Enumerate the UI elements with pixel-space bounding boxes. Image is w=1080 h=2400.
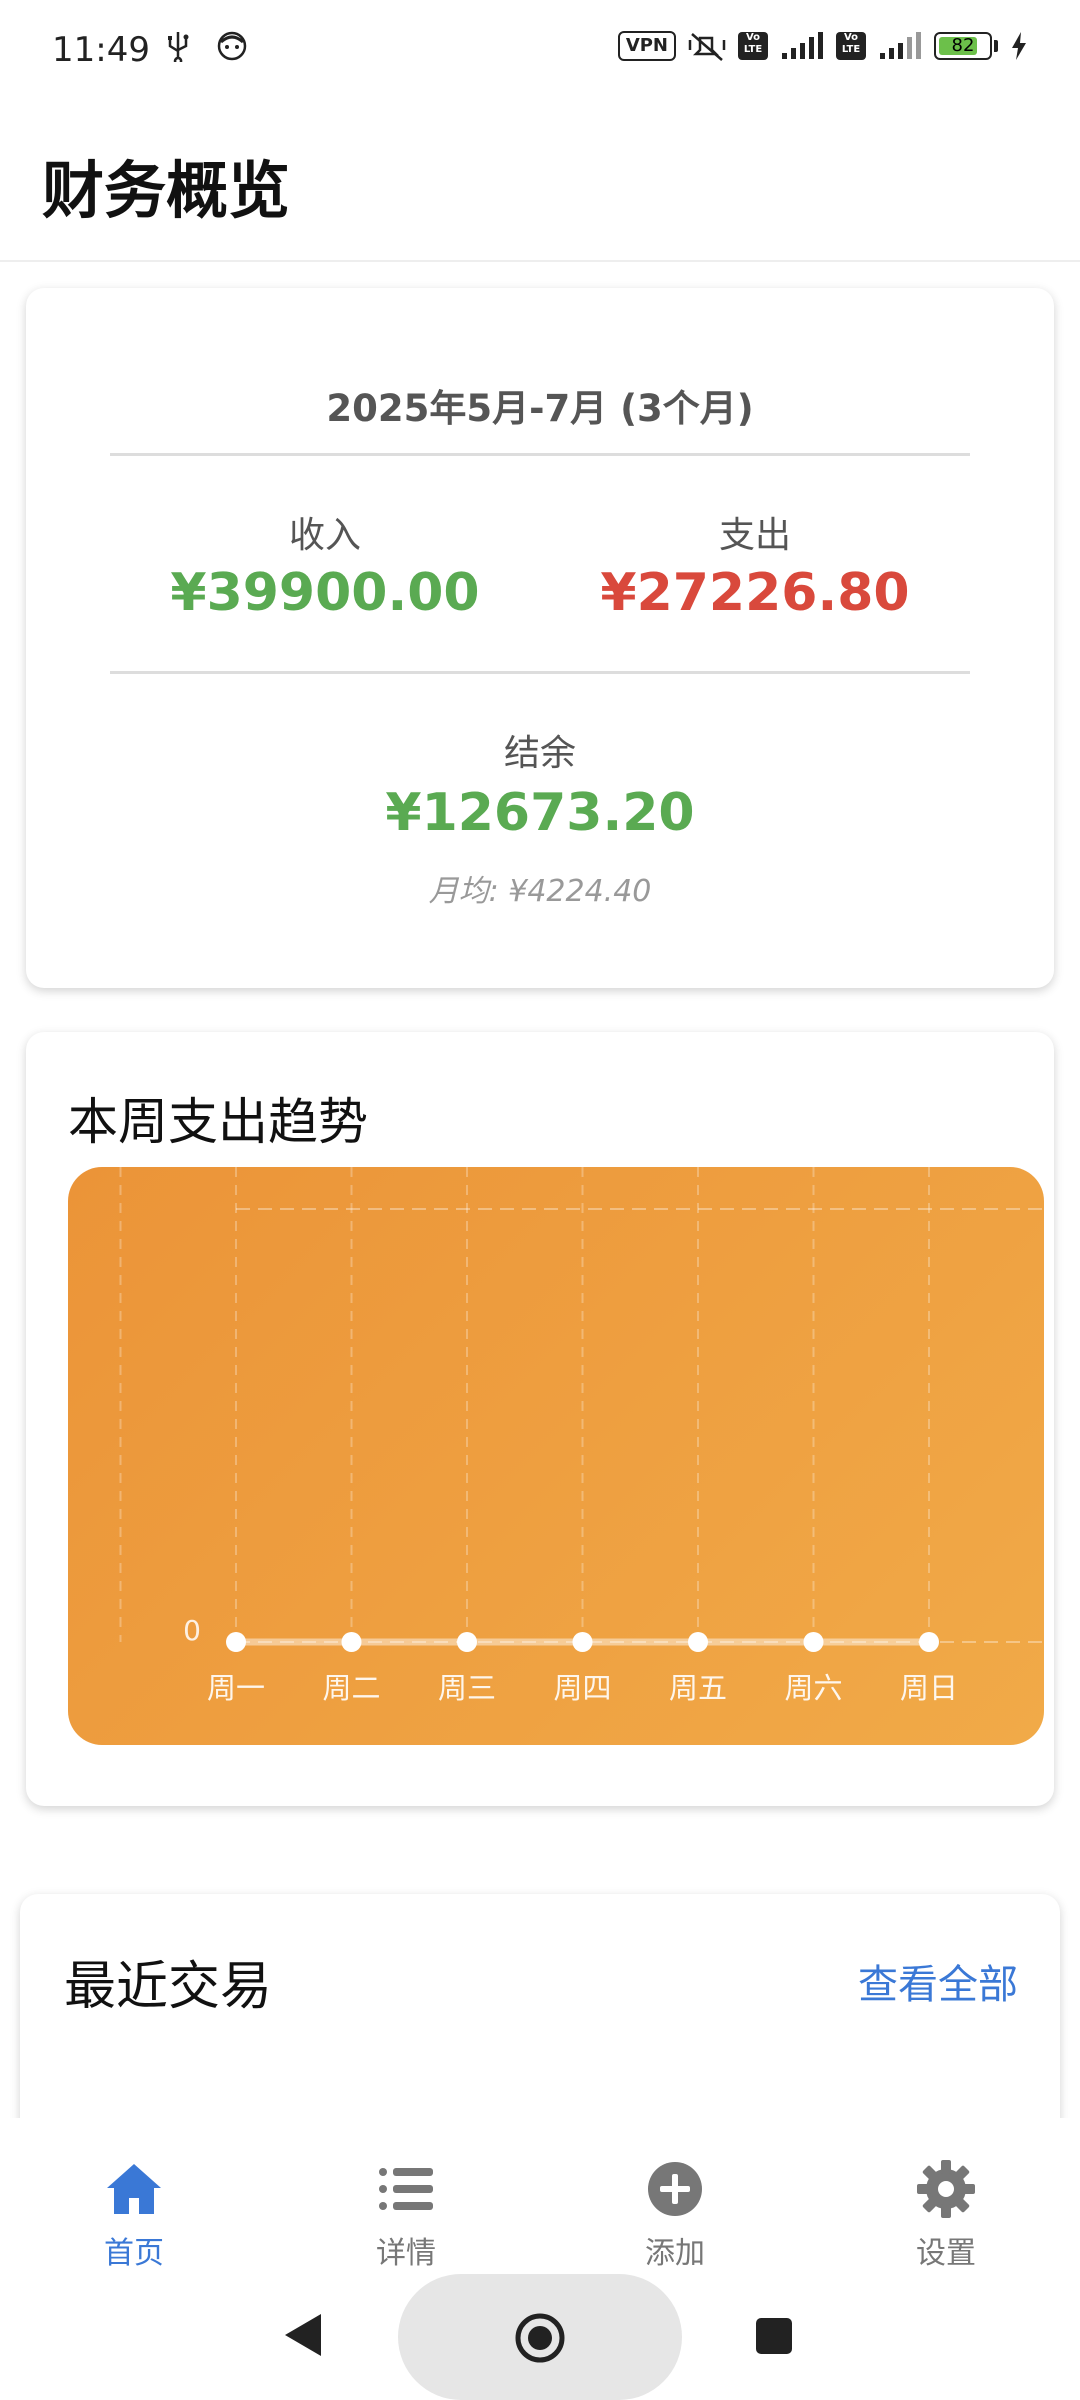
vpn-icon: VPN xyxy=(617,31,676,61)
face-icon xyxy=(217,31,247,61)
balance-label: 结余 xyxy=(503,733,576,774)
divider xyxy=(110,671,970,674)
x-tick-label: 周四 xyxy=(553,1671,611,1705)
data-point xyxy=(457,1632,477,1652)
screen: 11:49 VPN Vo LTE Vo LTE 82 财务概览 2025年5月-… xyxy=(0,0,1080,2400)
nav-details[interactable]: 详情 xyxy=(316,2118,496,2278)
trend-title: 本周支出趋势 xyxy=(68,1093,368,1151)
data-point xyxy=(226,1632,246,1652)
volte-icon: Vo LTE xyxy=(836,32,866,60)
nav-add-label: 添加 xyxy=(645,2236,705,2271)
x-tick-label: 周二 xyxy=(322,1671,380,1705)
bottom-nav: 首页 详情 添加 设置 xyxy=(0,2118,1080,2278)
x-tick-label: 周一 xyxy=(207,1671,265,1705)
recents-icon[interactable] xyxy=(756,2318,792,2354)
expense-label: 支出 xyxy=(718,515,791,556)
balance-value: ¥12673.20 xyxy=(385,783,695,843)
home-button-icon[interactable] xyxy=(514,2312,566,2364)
signal-icon xyxy=(782,32,823,59)
list-icon xyxy=(379,2168,433,2210)
y-tick-label: 0 xyxy=(183,1614,201,1647)
data-point xyxy=(803,1632,824,1652)
mute-icon xyxy=(688,33,726,61)
x-tick-label: 周六 xyxy=(784,1671,842,1705)
nav-add[interactable]: 添加 xyxy=(585,2118,765,2278)
monthly-average: 月均: ¥4224.40 xyxy=(428,874,652,909)
charging-icon xyxy=(1012,32,1026,60)
expense-value: ¥27226.80 xyxy=(600,563,910,623)
view-all-link[interactable]: 查看全部 xyxy=(858,1952,1018,2010)
volte-icon: Vo LTE xyxy=(738,32,768,60)
battery-icon: 82 xyxy=(934,32,992,60)
nav-home[interactable]: 首页 xyxy=(44,2118,224,2278)
data-point xyxy=(919,1632,939,1652)
income-label: 收入 xyxy=(288,515,361,556)
income-value: ¥39900.00 xyxy=(170,563,480,623)
signal-icon xyxy=(880,32,921,59)
nav-settings[interactable]: 设置 xyxy=(856,2118,1036,2278)
add-icon xyxy=(648,2162,702,2216)
nav-settings-label: 设置 xyxy=(916,2236,976,2271)
back-icon[interactable] xyxy=(283,2312,323,2358)
data-point xyxy=(688,1632,708,1652)
recent-transactions-card: 最近交易 查看全部 xyxy=(20,1894,1060,2154)
page-title: 财务概览 xyxy=(42,154,291,227)
usb-icon xyxy=(168,32,189,62)
data-point xyxy=(341,1632,362,1652)
x-tick-label: 周三 xyxy=(438,1671,496,1705)
trend-chart: 0 周一 周二 周三 周四 周五 周六 周日 xyxy=(68,1167,1044,1745)
overview-card: 2025年5月-7月 (3个月) 收入 ¥39900.00 支出 ¥27226.… xyxy=(26,288,1054,988)
status-bar: 11:49 VPN Vo LTE Vo LTE 82 xyxy=(0,0,1080,100)
x-tick-label: 周五 xyxy=(669,1671,727,1705)
recent-title: 最近交易 xyxy=(64,1957,273,2017)
gear-icon xyxy=(917,2160,975,2218)
trend-chart-svg: 0周一 周二 周三 周四 周五 周六 周日 xyxy=(119,1167,1044,1705)
system-nav-bar xyxy=(0,2270,1080,2400)
period-label: 2025年5月-7月 (3个月) xyxy=(326,387,754,430)
nav-home-label: 首页 xyxy=(104,2236,164,2271)
status-time: 11:49 xyxy=(52,30,150,70)
weekly-trend-card: 本周支出趋势 0 周一 周二 周三 周四 周五 周六 周日 xyxy=(26,1032,1054,1806)
app-header: 财务概览 xyxy=(0,110,1080,262)
x-tick-label: 周日 xyxy=(900,1671,958,1705)
home-icon xyxy=(107,2164,161,2214)
battery-tip xyxy=(994,40,998,52)
data-point xyxy=(572,1632,593,1652)
divider xyxy=(110,453,970,456)
battery-level: 82 xyxy=(951,35,975,56)
nav-details-label: 详情 xyxy=(376,2236,436,2271)
